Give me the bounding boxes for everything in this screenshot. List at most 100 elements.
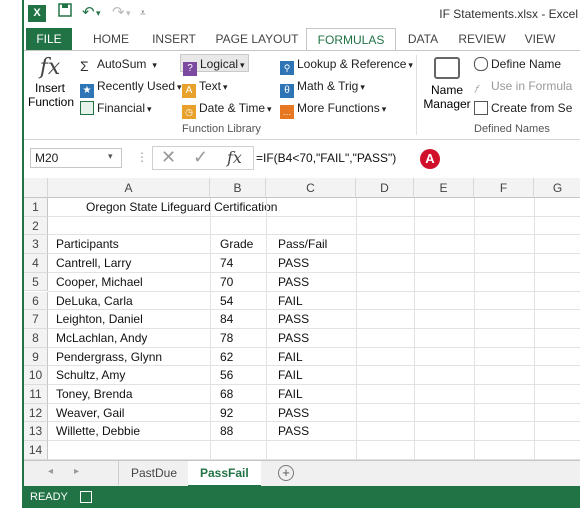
cell-a[interactable]: Pendergrass, Glynn <box>56 348 162 367</box>
cell-a[interactable]: Toney, Brenda <box>56 385 133 404</box>
scroll-left-icon[interactable]: ◂ <box>48 466 53 477</box>
recently-used-button[interactable]: ★ Recently Used ▾ <box>80 77 182 98</box>
cell-c[interactable]: PASS <box>278 310 309 329</box>
cell-a[interactable]: Cooper, Michael <box>56 273 143 292</box>
row-header[interactable]: 5 <box>24 272 48 292</box>
cell-a[interactable]: Weaver, Gail <box>56 404 124 423</box>
tab-home[interactable]: HOME <box>86 28 136 50</box>
cell-b[interactable]: 92 <box>220 404 233 423</box>
cell-c[interactable]: PASS <box>278 404 309 423</box>
gridline <box>414 198 415 460</box>
column-header-a[interactable]: A <box>48 178 210 198</box>
row-header[interactable]: 3 <box>24 235 48 255</box>
gridline <box>356 198 357 460</box>
row-header[interactable]: 8 <box>24 328 48 348</box>
cell-b[interactable]: 74 <box>220 254 233 273</box>
date-time-button[interactable]: ◷ Date & Time ▾ <box>182 99 272 119</box>
autosum-button[interactable]: Σ AutoSum ▾ <box>80 55 157 73</box>
cell-b[interactable]: 88 <box>220 422 233 441</box>
cell-a[interactable]: Schultz, Amy <box>56 366 125 385</box>
formula-input[interactable]: =IF(B4<70,"FAIL","PASS") <box>256 148 580 168</box>
text-button[interactable]: A Text ▾ <box>182 77 228 98</box>
define-name-button[interactable]: Define Name <box>474 55 561 73</box>
cell-c[interactable]: Pass/Fail <box>278 235 327 254</box>
cell-a[interactable]: Willette, Debbie <box>56 422 140 441</box>
undo-dropdown-icon[interactable]: ▾ <box>96 8 101 19</box>
cell-b[interactable]: Grade <box>220 235 253 254</box>
macro-record-icon[interactable] <box>80 491 92 503</box>
tab-review[interactable]: REVIEW <box>452 28 512 50</box>
logical-button[interactable]: ? Logical ▾ <box>180 54 249 76</box>
math-trig-button[interactable]: θ Math & Trig ▾ <box>280 77 365 98</box>
row-header[interactable]: 6 <box>24 291 48 311</box>
row-header[interactable]: 4 <box>24 254 48 273</box>
sheet-tab-pastdue[interactable]: PastDue <box>118 461 191 485</box>
cell-a[interactable]: Participants <box>56 235 119 254</box>
redo-dropdown-icon[interactable]: ▾ <box>126 8 131 19</box>
row-header[interactable]: 13 <box>24 422 48 442</box>
cell-c[interactable]: PASS <box>278 254 309 273</box>
cell-a[interactable]: Cantrell, Larry <box>56 254 131 273</box>
tab-file[interactable]: FILE <box>26 28 72 50</box>
cell-b[interactable]: 70 <box>220 273 233 292</box>
use-in-formula-button[interactable]: 𝑓 Use in Formula <box>474 77 572 96</box>
cell-b[interactable]: 56 <box>220 366 233 385</box>
row-header[interactable]: 11 <box>24 385 48 404</box>
cell-a[interactable]: Oregon State Lifeguard Certification <box>86 198 277 217</box>
cell-c[interactable]: PASS <box>278 329 309 348</box>
column-header-d[interactable]: D <box>356 178 414 198</box>
column-header-g[interactable]: G <box>534 178 580 198</box>
column-header-c[interactable]: C <box>266 178 356 198</box>
cancel-icon[interactable]: ✕ <box>161 147 176 168</box>
row-header[interactable]: 7 <box>24 310 48 329</box>
cell-b[interactable]: 84 <box>220 310 233 329</box>
cell-c[interactable]: FAIL <box>278 348 303 367</box>
new-sheet-button[interactable]: + <box>278 465 294 481</box>
customize-qat-icon[interactable]: ⩡ <box>140 8 146 19</box>
excel-app-icon[interactable]: X <box>28 5 46 22</box>
tab-page-layout[interactable]: PAGE LAYOUT <box>212 28 302 50</box>
cell-a[interactable]: Leighton, Daniel <box>56 310 143 329</box>
column-header-e[interactable]: E <box>414 178 474 198</box>
tab-data[interactable]: DATA <box>400 28 446 50</box>
tab-insert[interactable]: INSERT <box>148 28 200 50</box>
redo-icon[interactable]: ↷ <box>112 3 125 21</box>
name-box-dropdown-icon[interactable]: ▾ <box>108 151 113 162</box>
undo-icon[interactable]: ↶ <box>82 3 95 21</box>
more-options-icon[interactable]: ⋮ <box>136 150 148 164</box>
select-all-corner[interactable] <box>24 178 48 198</box>
cell-c[interactable]: FAIL <box>278 385 303 404</box>
name-manager-icon <box>434 57 460 79</box>
row-header[interactable]: 1 <box>24 198 48 217</box>
cell-b[interactable]: 68 <box>220 385 233 404</box>
lookup-reference-button[interactable]: ⚲ Lookup & Reference ▾ <box>280 55 413 75</box>
cell-b[interactable]: 78 <box>220 329 233 348</box>
enter-icon[interactable]: ✓ <box>193 147 208 168</box>
column-header-f[interactable]: F <box>474 178 534 198</box>
cell-a[interactable]: DeLuka, Carla <box>56 292 133 311</box>
row-header[interactable]: 2 <box>24 216 48 236</box>
row-header[interactable]: 12 <box>24 403 48 423</box>
scroll-right-icon[interactable]: ▸ <box>74 466 79 477</box>
insert-function-button[interactable]: fx Insert Function <box>28 55 74 117</box>
tab-formulas[interactable]: FORMULAS <box>306 28 396 51</box>
row-header[interactable]: 10 <box>24 366 48 385</box>
financial-button[interactable]: Financial ▾ <box>80 99 152 117</box>
save-icon[interactable] <box>58 3 72 21</box>
cell-b[interactable]: 54 <box>220 292 233 311</box>
cell-c[interactable]: FAIL <box>278 292 303 311</box>
row-header[interactable]: 14 <box>24 441 48 460</box>
cell-a[interactable]: McLachlan, Andy <box>56 329 147 348</box>
row-header[interactable]: 9 <box>24 347 48 367</box>
name-manager-button[interactable]: Name Manager <box>422 55 472 117</box>
more-functions-button[interactable]: … More Functions ▾ <box>280 99 386 119</box>
sheet-tab-passfail[interactable]: PassFail <box>188 461 261 487</box>
tab-view[interactable]: VIEW <box>518 28 562 50</box>
cell-b[interactable]: 62 <box>220 348 233 367</box>
insert-function-icon[interactable]: fx <box>227 148 242 167</box>
column-header-b[interactable]: B <box>210 178 266 198</box>
create-from-selection-button[interactable]: Create from Se <box>474 99 572 117</box>
cell-c[interactable]: PASS <box>278 273 309 292</box>
cell-c[interactable]: PASS <box>278 422 309 441</box>
cell-c[interactable]: FAIL <box>278 366 303 385</box>
